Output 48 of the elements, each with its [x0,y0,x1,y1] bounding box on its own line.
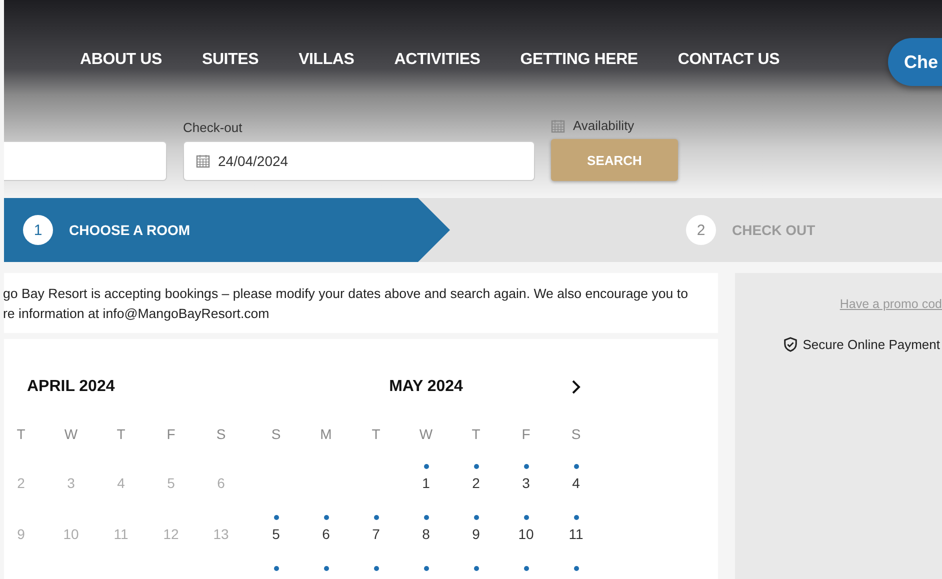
calendar-day[interactable]: 1 [422,475,430,491]
next-month-icon[interactable] [571,380,581,394]
weekday-label: T [16,426,26,442]
nav-link[interactable]: GETTING HERE [520,51,638,69]
weekday-label: M [320,426,332,442]
nav-link[interactable]: CONTACT US [678,51,780,69]
nav-link[interactable]: SUITES [202,51,259,69]
calendar-day[interactable]: 10 [518,526,534,542]
calendar-day[interactable]: 9 [472,526,480,542]
step-label: CHOOSE A ROOM [69,222,190,238]
weekday-label: W [64,426,78,442]
weekday-label: T [116,426,126,442]
calendar-day[interactable]: 3 [522,475,530,491]
weekday-label: S [271,426,281,442]
step-number: 2 [686,215,716,245]
weekday-label: S [216,426,226,442]
notice-text: go Bay Resort is accepting bookings – please modify your dates above and search again. We also encourage you to [3,285,689,303]
weekday-label: S [571,426,581,442]
step-label: CHECK OUT [732,222,816,238]
nav-link[interactable]: VILLAS [298,51,354,69]
weekday-label: F [522,426,530,442]
weekday-label: T [372,426,380,442]
step-number: 1 [23,215,53,245]
availability-label: Availability [573,118,634,133]
calendar-day[interactable]: 6 [322,526,330,542]
calendar-day[interactable]: 11 [568,526,584,542]
month-title: APRIL 2024 [27,378,115,396]
notice-text: re information at info@MangoBayResort.com [3,305,270,323]
checkout-field[interactable]: 24/04/2024 [183,141,535,181]
field-label: Check-out [183,120,244,135]
step-tab[interactable]: 1 CHOOSE A ROOM [4,198,450,262]
calendar-icon [196,154,210,168]
weekday-label: W [419,426,433,442]
secure-payment-text: Secure Online Payment [802,337,940,352]
nav-link[interactable]: ABOUT US [80,51,162,69]
input-field[interactable] [4,141,167,181]
calendar-icon [551,118,565,132]
weekday-label: T [472,426,480,442]
calendar-day[interactable]: 4 [572,475,580,491]
calendar-day[interactable]: 5 [272,526,280,542]
calendar-day[interactable]: 8 [422,526,430,542]
calendar-day[interactable]: 7 [372,526,380,542]
shield-check-icon [782,337,798,352]
check-button[interactable]: Che [888,38,942,86]
nav-link[interactable]: ACTIVITIES [394,51,480,69]
calendar-day[interactable]: 2 [472,475,480,491]
weekday-label: F [166,426,176,442]
month-title: MAY 2024 [389,378,463,396]
